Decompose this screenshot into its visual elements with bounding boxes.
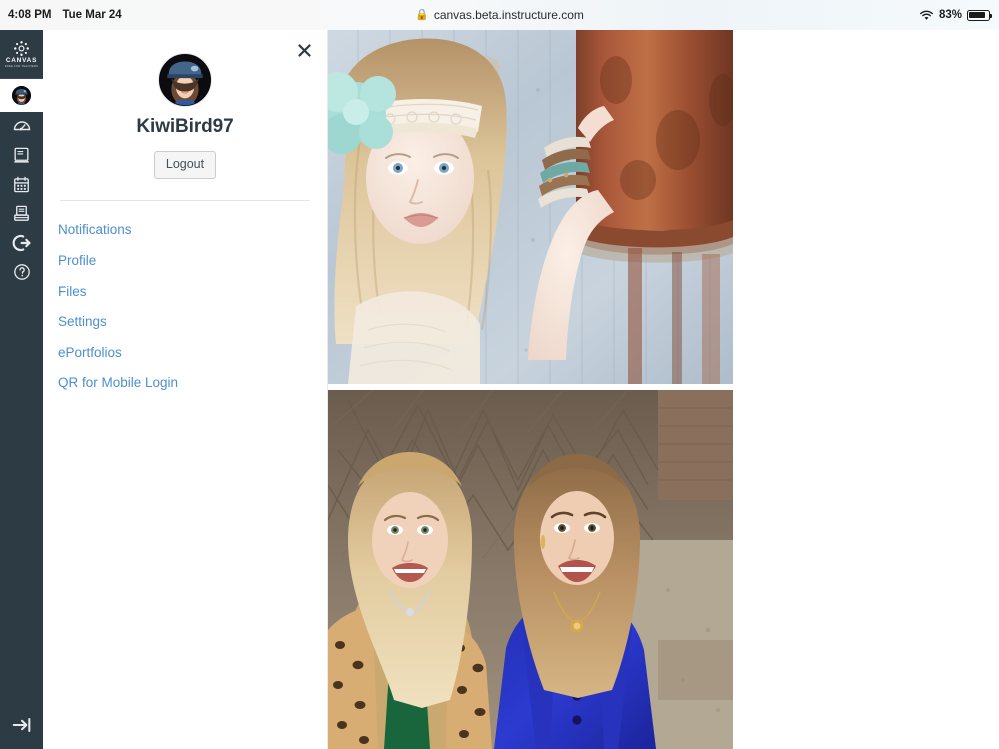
dashboard-icon [13, 120, 30, 130]
photo-two-women-outdoors [328, 390, 733, 749]
sidebar-item-logout[interactable] [0, 228, 43, 257]
tray-link-eportfolios[interactable]: ePortfolios [58, 337, 327, 368]
battery-percent-label: 83% [938, 9, 962, 21]
tray-logout-row: Logout [43, 151, 327, 179]
tray-divider [60, 199, 310, 201]
user-avatar [11, 85, 32, 106]
url-text: canvas.beta.instructure.com [433, 8, 584, 22]
photo-girl-with-lace-headband [328, 30, 733, 384]
nav-account-button[interactable] [0, 79, 43, 112]
close-tray-button[interactable] [294, 40, 314, 60]
canvas-logo[interactable]: CANVAS FREE FOR TEACHERS [0, 30, 43, 79]
content-area [328, 30, 999, 749]
close-icon [297, 43, 311, 57]
logout-arrow-icon [12, 234, 31, 251]
lock-icon: 🔒 [415, 8, 429, 21]
tray-link-files[interactable]: Files [58, 276, 327, 307]
browser-viewport: CANVAS FREE FOR TEACHERS KiwiBird97 Logo… [0, 30, 999, 749]
courses-book-icon [14, 147, 29, 163]
calendar-icon [14, 176, 29, 193]
sidebar-item-help[interactable] [0, 257, 43, 286]
sidebar-item-courses[interactable] [0, 141, 43, 170]
tray-link-qr-mobile-login[interactable]: QR for Mobile Login [58, 368, 327, 399]
tray-avatar-container[interactable] [158, 53, 212, 107]
logout-button[interactable]: Logout [153, 151, 217, 179]
tray-link-list: Notifications Profile Files Settings ePo… [43, 215, 327, 398]
browser-url-display[interactable]: 🔒 canvas.beta.instructure.com [0, 8, 999, 22]
tray-link-settings[interactable]: Settings [58, 307, 327, 338]
profile-tray: KiwiBird97 Logout Notifications Profile … [43, 30, 328, 749]
global-navigation: CANVAS FREE FOR TEACHERS [0, 30, 43, 749]
tray-link-notifications[interactable]: Notifications [58, 215, 327, 246]
inbox-tray-icon [14, 205, 29, 221]
status-bar-right: 83% [919, 0, 993, 30]
canvas-tagline: FREE FOR TEACHERS [4, 64, 39, 69]
battery-icon [967, 9, 993, 21]
ios-status-bar: 4:08 PM Tue Mar 24 🔒 canvas.beta.instruc… [0, 0, 999, 30]
collapse-nav-button[interactable] [0, 701, 43, 749]
wifi-icon [920, 10, 933, 20]
canvas-logo-icon [14, 40, 29, 56]
tray-user-name: KiwiBird97 [136, 116, 234, 137]
sidebar-item-dashboard[interactable] [0, 112, 43, 141]
arrow-to-line-icon [12, 718, 30, 732]
sidebar-item-inbox[interactable] [0, 199, 43, 228]
sidebar-item-calendar[interactable] [0, 170, 43, 199]
user-avatar [158, 53, 212, 107]
tray-link-profile[interactable]: Profile [58, 245, 327, 276]
help-question-icon [13, 263, 30, 280]
